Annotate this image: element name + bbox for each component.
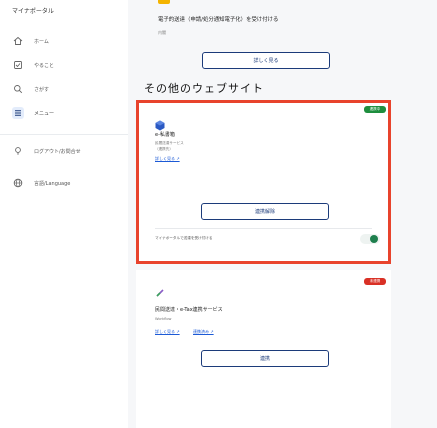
connected-link[interactable]: 連携済み ↗ bbox=[193, 329, 214, 335]
top-card-sub: 内閣 bbox=[158, 30, 166, 35]
sidebar-item-label: ホーム bbox=[34, 38, 49, 45]
status-badge: 未連携 bbox=[364, 278, 386, 285]
sidebar-item-label: さがす bbox=[34, 86, 50, 93]
service-name: e-私書箱 bbox=[155, 132, 175, 138]
app-logo-icon bbox=[158, 0, 170, 4]
sidebar-item-label: ログアウト/お問合せ bbox=[34, 148, 81, 155]
delivery-toggle[interactable] bbox=[360, 234, 380, 244]
top-card: 電子的送達（申請/処分通知電子化）を受け付ける 内閣 詳しく見る bbox=[142, 0, 386, 70]
sidebar-item-todo[interactable]: やること bbox=[12, 58, 54, 72]
main-content: 電子的送達（申請/処分通知電子化）を受け付ける 内閣 詳しく見る その他のウェブ… bbox=[128, 0, 437, 428]
service-description-2: （連携先） bbox=[155, 147, 173, 151]
workflow-app-icon bbox=[155, 283, 165, 302]
card-divider bbox=[155, 228, 372, 229]
top-card-title: 電子的送達（申請/処分通知電子化）を受け付ける bbox=[158, 17, 279, 23]
sidebar-item-home[interactable]: ホーム bbox=[12, 34, 49, 48]
menu-icon bbox=[12, 107, 24, 119]
sidebar-item-logout[interactable]: ログアウト/お問合せ bbox=[12, 144, 81, 158]
sidebar-item-label: メニュー bbox=[34, 110, 55, 117]
toggle-label: マイナポータルで送達を受け付ける bbox=[155, 236, 213, 240]
disconnect-button[interactable]: 連携解除 bbox=[201, 203, 329, 220]
checklist-icon bbox=[12, 59, 24, 71]
status-badge: 連携中 bbox=[364, 106, 386, 113]
details-button[interactable]: 詳しく見る bbox=[202, 52, 330, 69]
toggle-knob bbox=[370, 235, 378, 243]
details-link[interactable]: 詳しく見る ↗ bbox=[155, 156, 180, 162]
sidebar-item-language[interactable]: 言語/Language bbox=[12, 176, 70, 190]
details-link[interactable]: 詳しく見る ↗ bbox=[155, 329, 180, 335]
service-card: 連携中 e-私書箱 民間送達サービス （連携先） 詳しく見る ↗ 連携解除 マイ… bbox=[136, 100, 391, 264]
sidebar-item-label: 言語/Language bbox=[34, 180, 71, 187]
sidebar-divider bbox=[0, 134, 128, 135]
service-card-2: 未連携 民間送達・e-Tax連携サービス Workflow 詳しく見る ↗ 連携… bbox=[136, 270, 391, 428]
home-icon bbox=[12, 35, 24, 47]
search-icon bbox=[12, 83, 24, 95]
sidebar-item-label: やること bbox=[34, 62, 55, 69]
section-title: その他のウェブサイト bbox=[144, 82, 264, 95]
service-name: 民間送達・e-Tax連携サービス bbox=[155, 307, 223, 313]
sidebar-item-menu[interactable]: メニュー bbox=[12, 106, 54, 120]
sidebar-item-search[interactable]: さがす bbox=[12, 82, 49, 96]
service-description: 民間送達サービス bbox=[155, 141, 184, 145]
sidebar: マイナポータル ホーム やること さがす メニュー ログアウト/お問合せ 言語/… bbox=[0, 0, 128, 428]
logout-icon bbox=[12, 145, 24, 157]
connect-button[interactable]: 連携 bbox=[201, 350, 329, 367]
globe-icon bbox=[12, 177, 24, 189]
app-title: マイナポータル bbox=[12, 8, 54, 15]
service-description: Workflow bbox=[155, 317, 172, 321]
